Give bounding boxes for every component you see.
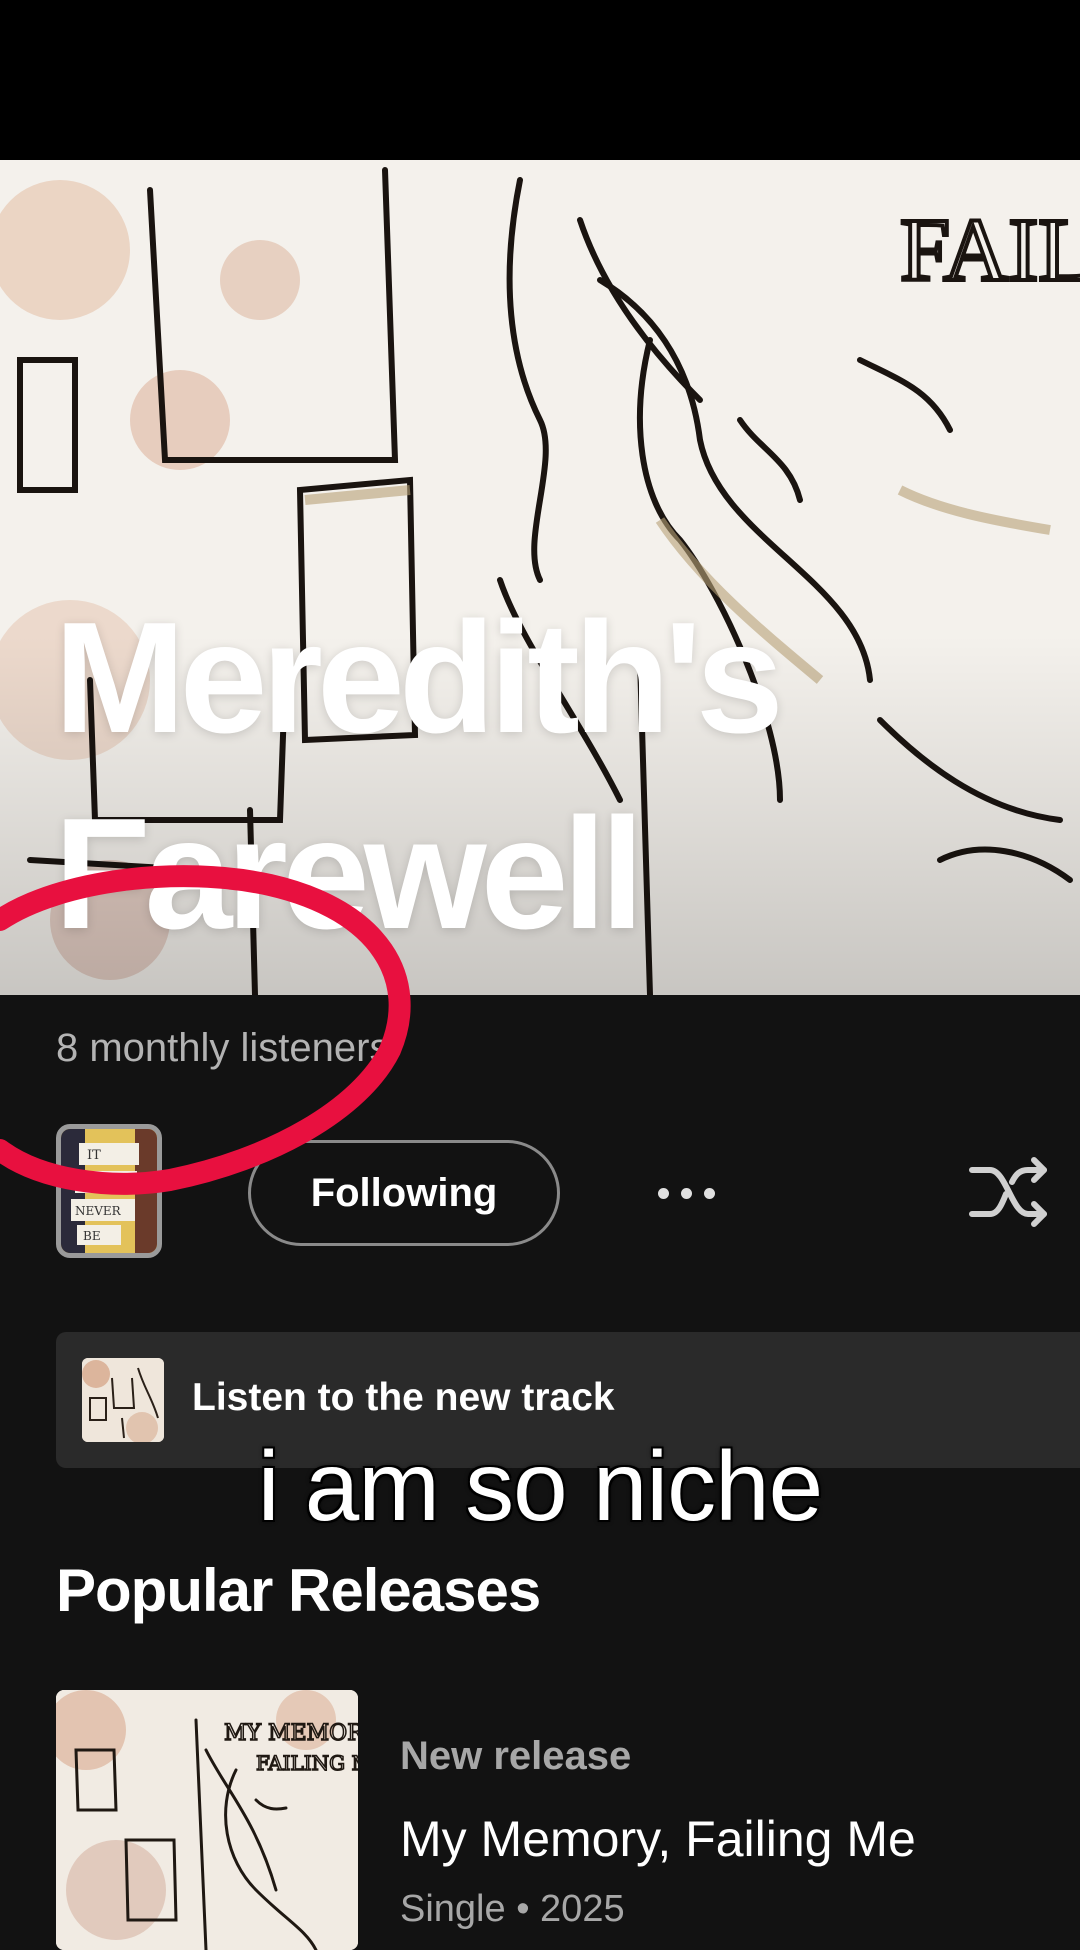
release-meta: Single • 2025 bbox=[400, 1888, 625, 1930]
video-caption: i am so niche bbox=[257, 1431, 823, 1541]
more-dot bbox=[680, 1187, 692, 1199]
release-artwork-lettering: MY MEMORY bbox=[224, 1721, 358, 1746]
more-dot bbox=[703, 1187, 715, 1199]
cover-artwork: IT WILL NEVER BE bbox=[61, 1129, 157, 1253]
artwork-lettering: FAILI bbox=[900, 201, 1080, 300]
monthly-listeners: 8 monthly listeners bbox=[56, 1026, 390, 1070]
following-button[interactable]: Following bbox=[248, 1140, 560, 1246]
shuffle-icon bbox=[969, 1157, 1047, 1227]
artist-header-image: FAILI Meredith's Farewell bbox=[0, 160, 1080, 995]
more-options-button[interactable] bbox=[646, 1158, 726, 1228]
status-bar-area bbox=[0, 0, 1080, 160]
new-track-label: Listen to the new track bbox=[192, 1376, 615, 1419]
release-tag: New release bbox=[400, 1734, 632, 1778]
cover-text-4: BE bbox=[83, 1229, 101, 1243]
release-artwork: MY MEMORY FAILING ME bbox=[56, 1690, 358, 1950]
release-cover: MY MEMORY FAILING ME bbox=[56, 1690, 358, 1950]
artist-name-line1: Meredith's bbox=[54, 590, 784, 766]
cover-text-1: IT bbox=[87, 1148, 101, 1163]
popular-releases-title: Popular Releases bbox=[56, 1557, 541, 1624]
cover-text-2: WILL bbox=[81, 1176, 117, 1191]
cover-text-3: NEVER bbox=[75, 1204, 122, 1218]
artist-name-line2: Farewell bbox=[54, 786, 644, 962]
release-item[interactable]: MY MEMORY FAILING ME New release My Memo… bbox=[56, 1690, 1080, 1950]
artist-action-row: IT WILL NEVER BE Following bbox=[0, 1124, 1080, 1262]
release-title: My Memory, Failing Me bbox=[400, 1811, 916, 1867]
artist-pick-cover[interactable]: IT WILL NEVER BE bbox=[56, 1124, 162, 1258]
release-artwork-lettering: FAILING ME bbox=[256, 1751, 358, 1775]
shuffle-button[interactable] bbox=[966, 1152, 1052, 1232]
artist-name: Meredith's Farewell bbox=[54, 580, 1054, 972]
more-horizontal-icon bbox=[657, 1187, 669, 1199]
